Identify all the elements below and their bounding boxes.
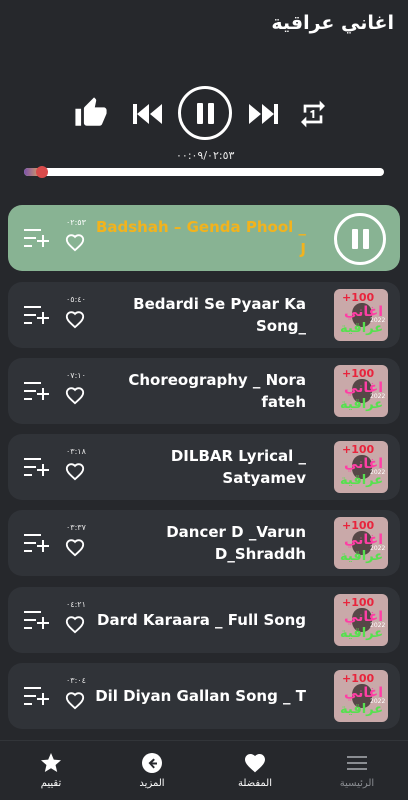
repeat-one-icon [301,100,325,128]
row-pause-button[interactable] [334,213,386,265]
nav-more-label: المزيد [139,778,165,789]
song-duration: ٠٣:٣٧ [66,523,86,532]
song-title: DILBAR Lyrical _ Satyamev [170,447,306,487]
thumbnail-year: 2022 [370,622,386,629]
like-button[interactable] [74,96,108,130]
pause-button[interactable] [178,86,232,140]
nav-favorites-label: المفضلة [237,778,272,789]
playlist-add-icon[interactable] [24,532,50,554]
heart-outline-icon[interactable] [64,461,86,481]
seek-bar-handle[interactable] [36,166,48,178]
app-title: اغاني عراقية [271,12,394,34]
song-title: Dard Karaara _ Full Song [97,611,306,629]
repeat-button[interactable] [297,98,329,130]
now-playing-row[interactable]: ٠٢:٥٣ Badshah – Genda Phool _ J [8,205,400,271]
song-row[interactable]: ٠٥:٤٠ Bedardi Se Pyaar Ka Song_ +100 اغاني ع… [8,282,400,348]
song-title: Dil Diyan Gallan Song _ T [95,687,306,705]
song-title: Badshah – Genda Phool _ J [95,218,306,258]
heart-outline-icon[interactable] [64,614,86,634]
heart-outline-icon[interactable] [64,309,86,329]
nav-favorites[interactable]: المفضلة [215,751,295,789]
skip-previous-icon [133,104,162,124]
song-thumbnail: +100 اغاني عراقية 2022 [334,289,388,341]
thumbnail-year: 2022 [370,317,386,324]
song-duration: ٠٣:١٨ [66,447,86,456]
playlist-add-icon[interactable] [24,609,50,631]
arrow-left-circle-icon [142,753,162,773]
song-row[interactable]: ٠٣:٠٤ Dil Diyan Gallan Song _ T +100 اغاني ع… [8,663,400,729]
song-title: Dancer D _Varun D_Shraddh [166,523,306,563]
playlist-add-icon[interactable] [24,304,50,326]
menu-icon [347,756,367,770]
nav-home-label: الرئيسية [339,778,375,789]
song-row[interactable]: ٠٧:١٠ Choreography _ Nora fateh +100 اغاني ع… [8,358,400,424]
song-title: Choreography _ Nora fateh [128,371,306,411]
song-thumbnail: +100 اغاني عراقية 2022 [334,517,388,569]
thumbs-up-icon [75,97,107,126]
bottom-nav: تقييم المزيد المفضلة الرئيسية [0,740,408,800]
thumbnail-year: 2022 [370,393,386,400]
time-readout: ٠٠:٠٩/٠٢:٥٣ [176,149,235,162]
player-controls [0,82,408,144]
next-button[interactable] [246,100,280,128]
thumbnail-line1: +100 [342,291,375,304]
song-thumbnail: +100 اغاني عراقية 2022 [334,365,388,417]
heart-icon [245,754,265,773]
nav-more[interactable]: المزيد [112,751,192,789]
thumbnail-line1: +100 [342,367,375,380]
thumbnail-year: 2022 [370,469,386,476]
nav-rate[interactable]: تقييم [11,751,91,789]
playlist-add-icon[interactable] [24,685,50,707]
song-title: Bedardi Se Pyaar Ka Song_ [133,295,306,335]
nav-home[interactable]: الرئيسية [317,751,397,789]
nav-rate-label: تقييم [40,778,62,789]
song-thumbnail: +100 اغاني عراقية 2022 [334,670,388,722]
thumbnail-line1: +100 [342,519,375,532]
thumbnail-line1: +100 [342,443,375,456]
heart-outline-icon[interactable] [64,537,86,557]
song-thumbnail: +100 اغاني عراقية 2022 [334,441,388,493]
seek-bar[interactable] [24,166,384,178]
song-duration: ٠٤:٢١ [66,600,86,609]
song-row[interactable]: ٠٣:١٨ DILBAR Lyrical _ Satyamev +100 اغاني ع… [8,434,400,500]
star-icon [41,753,61,772]
thumbnail-line1: +100 [342,596,375,609]
playlist-add-icon[interactable] [24,380,50,402]
thumbnail-year: 2022 [370,545,386,552]
song-row[interactable]: ٠٣:٣٧ Dancer D _Varun D_Shraddh +100 اغاني ع… [8,510,400,576]
song-duration: ٠٣:٠٤ [66,676,86,685]
thumbnail-line1: +100 [342,672,375,685]
skip-next-icon [249,104,278,124]
thumbnail-year: 2022 [370,698,386,705]
heart-outline-icon[interactable] [64,232,86,252]
heart-outline-icon[interactable] [64,385,86,405]
song-duration: ٠٢:٥٣ [66,218,86,227]
song-duration: ٠٧:١٠ [66,371,86,380]
playlist-add-icon[interactable] [24,227,50,249]
song-row[interactable]: ٠٤:٢١ Dard Karaara _ Full Song +100 اغاني عر… [8,587,400,653]
song-thumbnail: +100 اغاني عراقية 2022 [334,594,388,646]
playlist-add-icon[interactable] [24,456,50,478]
heart-outline-icon[interactable] [64,690,86,710]
song-duration: ٠٥:٤٠ [66,295,86,304]
previous-button[interactable] [131,100,165,128]
